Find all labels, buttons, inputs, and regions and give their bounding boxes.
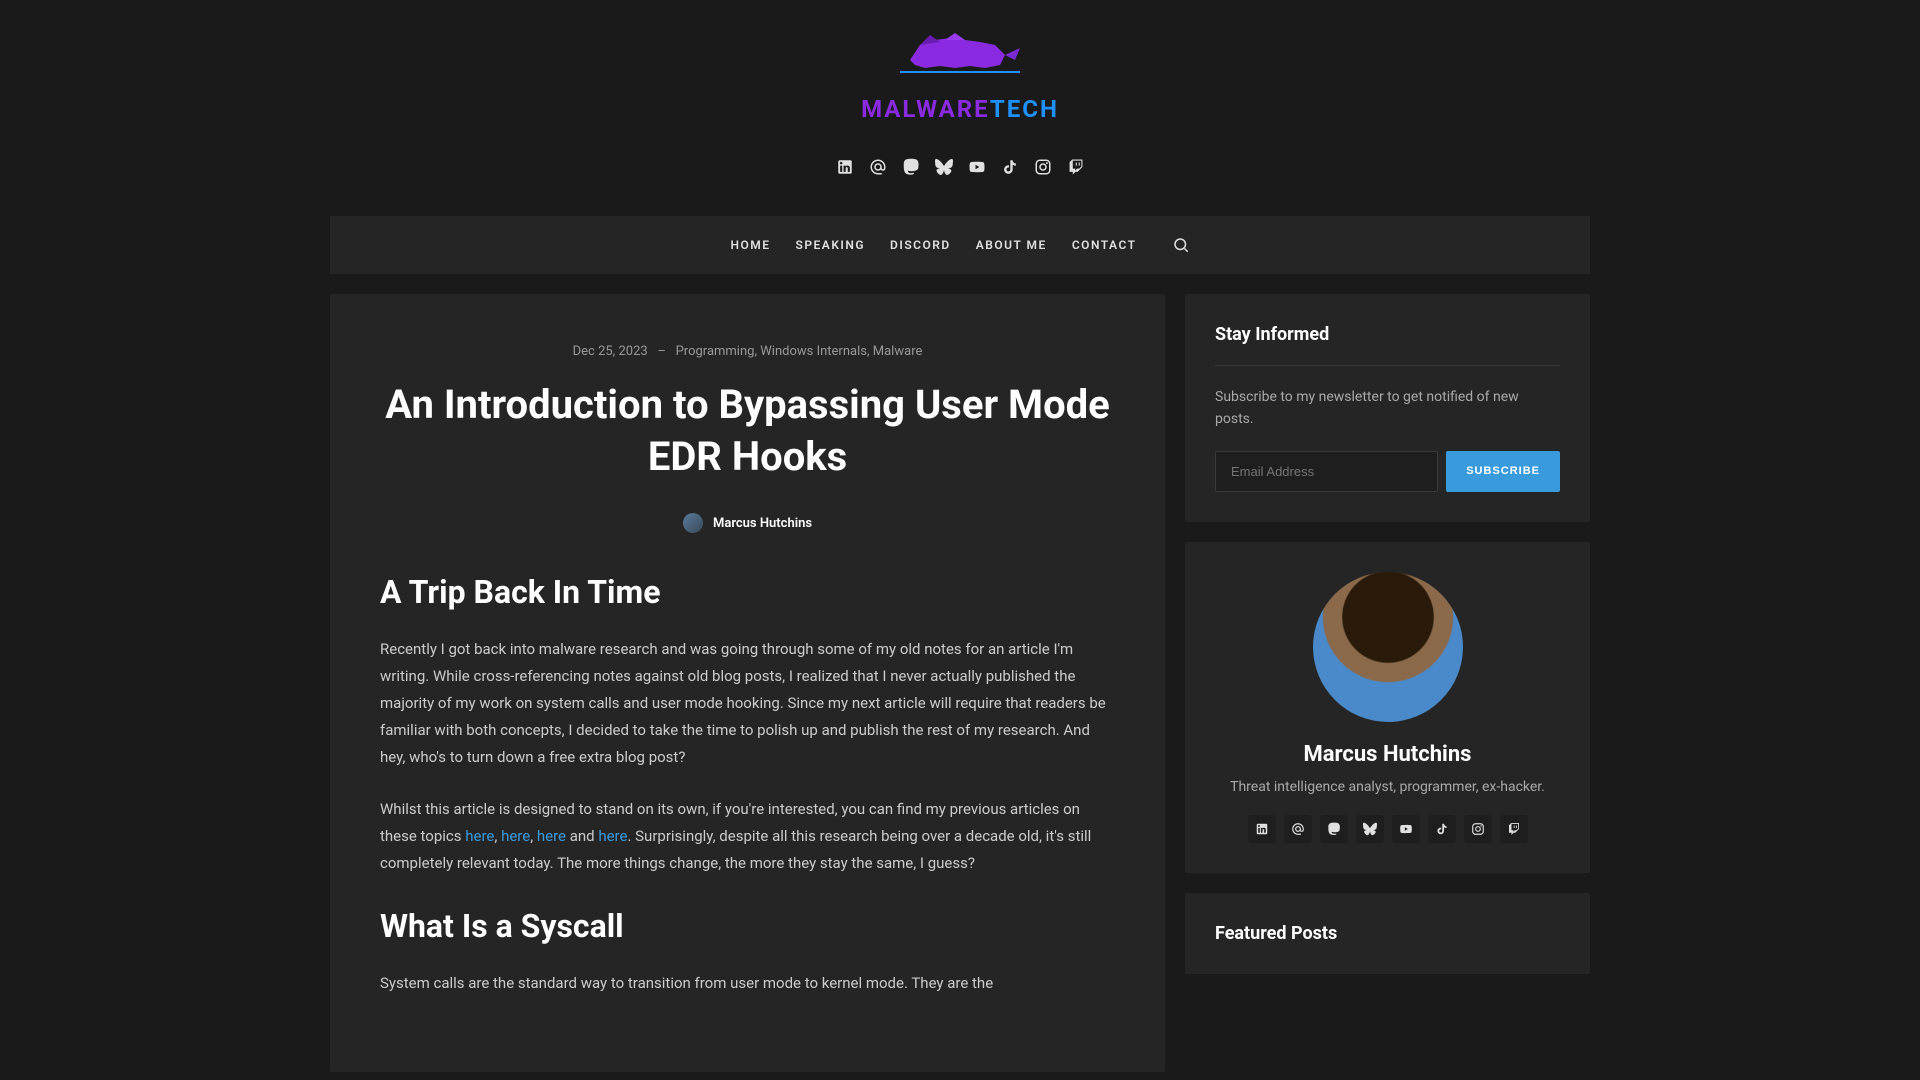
search-icon[interactable]: [1172, 236, 1190, 254]
body-paragraph: Recently I got back into malware researc…: [380, 636, 1115, 771]
mastodon-icon[interactable]: [902, 158, 920, 176]
section-heading: A Trip Back In Time: [380, 573, 1115, 611]
at-icon[interactable]: [1284, 815, 1312, 843]
body-paragraph: System calls are the standard way to tra…: [380, 970, 1115, 997]
author-name[interactable]: Marcus Hutchins: [713, 516, 812, 531]
tiktok-icon[interactable]: [1428, 815, 1456, 843]
twitch-icon[interactable]: [1067, 158, 1085, 176]
category-link[interactable]: Programming: [676, 344, 755, 359]
tiktok-icon[interactable]: [1001, 158, 1019, 176]
header-social-icons: [0, 158, 1920, 176]
instagram-icon[interactable]: [1464, 815, 1492, 843]
site-header: MALWARETECH: [0, 0, 1920, 196]
article-main: Dec 25, 2023 – Programming, Windows Inte…: [330, 294, 1165, 1072]
mastodon-icon[interactable]: [1320, 815, 1348, 843]
nav-discord[interactable]: DISCORD: [890, 238, 951, 252]
instagram-icon[interactable]: [1034, 158, 1052, 176]
nav-home[interactable]: HOME: [730, 238, 770, 252]
linkedin-icon[interactable]: [836, 158, 854, 176]
sidebar-heading: Stay Informed: [1215, 324, 1560, 366]
inline-link[interactable]: here: [598, 827, 627, 845]
youtube-icon[interactable]: [1392, 815, 1420, 843]
category-link[interactable]: Malware: [873, 344, 923, 359]
profile-bio: Threat intelligence analyst, programmer,…: [1215, 779, 1560, 795]
author-avatar[interactable]: [683, 513, 703, 533]
logo-cat-icon: [860, 30, 1060, 85]
nav-about[interactable]: ABOUT ME: [976, 238, 1047, 252]
profile-avatar: [1313, 572, 1463, 722]
at-icon[interactable]: [869, 158, 887, 176]
sidebar: Stay Informed Subscribe to my newsletter…: [1185, 294, 1590, 1072]
profile-name: Marcus Hutchins: [1215, 742, 1560, 767]
main-nav: HOME SPEAKING DISCORD ABOUT ME CONTACT: [330, 216, 1590, 274]
subscribe-button[interactable]: SUBSCRIBE: [1446, 451, 1560, 492]
email-input[interactable]: [1215, 451, 1438, 492]
inline-link[interactable]: here: [501, 827, 530, 845]
inline-link[interactable]: here: [537, 827, 566, 845]
bluesky-icon[interactable]: [935, 158, 953, 176]
article-meta: Dec 25, 2023 – Programming, Windows Inte…: [380, 344, 1115, 359]
subscribe-form: SUBSCRIBE: [1215, 451, 1560, 492]
author-block: Marcus Hutchins: [380, 513, 1115, 533]
nav-contact[interactable]: CONTACT: [1072, 238, 1137, 252]
section-heading: What Is a Syscall: [380, 907, 1115, 945]
article-title: An Introduction to Bypassing User Mode E…: [380, 379, 1115, 483]
bluesky-icon[interactable]: [1356, 815, 1384, 843]
site-logo[interactable]: MALWARETECH: [860, 30, 1060, 123]
category-link[interactable]: Windows Internals: [760, 344, 867, 359]
linkedin-icon[interactable]: [1248, 815, 1276, 843]
twitch-icon[interactable]: [1500, 815, 1528, 843]
sidebar-text: Subscribe to my newsletter to get notifi…: [1215, 386, 1560, 431]
article-date: Dec 25, 2023: [573, 344, 648, 359]
stay-informed-box: Stay Informed Subscribe to my newsletter…: [1185, 294, 1590, 522]
inline-link[interactable]: here: [465, 827, 494, 845]
logo-text: MALWARETECH: [860, 95, 1060, 123]
profile-card: Marcus Hutchins Threat intelligence anal…: [1185, 542, 1590, 873]
body-paragraph: Whilst this article is designed to stand…: [380, 796, 1115, 877]
sidebar-heading: Featured Posts: [1215, 923, 1560, 944]
profile-social-icons: [1215, 815, 1560, 843]
nav-speaking[interactable]: SPEAKING: [796, 238, 866, 252]
youtube-icon[interactable]: [968, 158, 986, 176]
featured-posts-box: Featured Posts: [1185, 893, 1590, 974]
